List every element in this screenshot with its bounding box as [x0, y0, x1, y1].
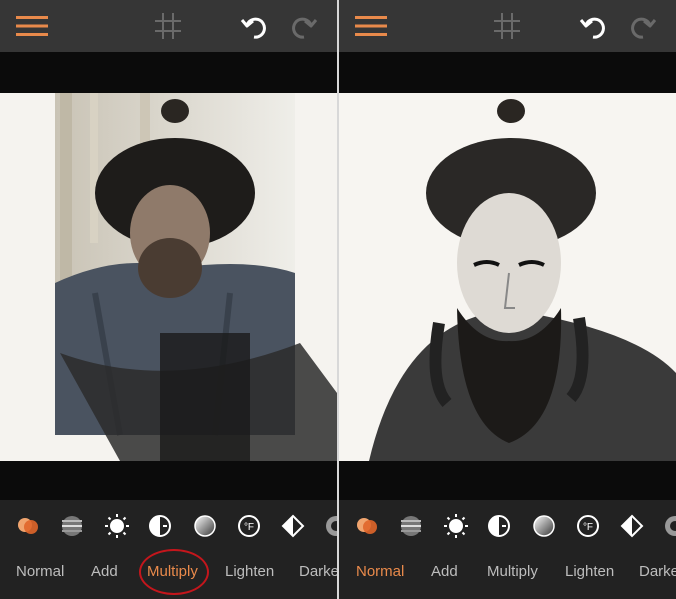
comparison-screenshot: °F Normal Add Multiply Lighten Darke °F … [0, 0, 676, 599]
overlap-circles-button[interactable] [14, 512, 42, 540]
sun-button[interactable] [103, 512, 131, 540]
blend-icon-row: °F [339, 512, 676, 542]
svg-text:°F: °F [583, 522, 593, 533]
grid-toggle-button[interactable] [150, 8, 186, 44]
grid-icon [155, 13, 181, 39]
ring-icon [665, 516, 676, 536]
left-editor-panel: °F Normal Add Multiply Lighten Darke [0, 0, 337, 599]
diamond-split-icon [620, 514, 644, 538]
overlap-circles-icon [18, 518, 38, 534]
redo-icon [292, 17, 318, 39]
mode-lighten[interactable]: Lighten [225, 563, 274, 580]
temperature-f-icon: °F [238, 515, 260, 537]
ring-icon [326, 516, 337, 536]
top-toolbar [339, 0, 676, 52]
blended-photo [0, 93, 337, 461]
overlap-circles-icon [357, 518, 377, 534]
editing-stage [0, 52, 337, 500]
sun-icon [444, 514, 468, 538]
mode-normal[interactable]: Normal [16, 563, 64, 580]
photo-canvas[interactable] [0, 93, 337, 461]
blend-icon-row: °F [0, 512, 337, 542]
right-editor-panel: °F Normal Add Multiply Lighten Darke [339, 0, 676, 599]
undo-button[interactable] [236, 8, 272, 44]
menu-icon [355, 16, 387, 36]
menu-icon [16, 16, 48, 36]
mode-add[interactable]: Add [91, 563, 118, 580]
half-circle-plus-button[interactable] [146, 512, 174, 540]
striped-sphere-button[interactable] [397, 512, 425, 540]
diamond-split-icon [281, 514, 305, 538]
half-circle-plus-icon [488, 515, 510, 537]
mode-darken[interactable]: Darke [299, 563, 337, 580]
blend-mode-labels: Normal Add Multiply Lighten Darke [339, 563, 676, 587]
gradient-circle-icon [194, 515, 216, 537]
blend-toolbar: °F Normal Add Multiply Lighten Darke [339, 500, 676, 599]
mode-lighten[interactable]: Lighten [565, 563, 614, 580]
menu-button[interactable] [14, 8, 50, 44]
redo-button[interactable] [625, 8, 661, 44]
half-circle-plus-icon [149, 515, 171, 537]
redo-button[interactable] [286, 8, 322, 44]
temperature-f-button[interactable]: °F [574, 512, 602, 540]
half-circle-plus-button[interactable] [485, 512, 513, 540]
mode-normal[interactable]: Normal [356, 563, 404, 580]
top-toolbar [0, 0, 337, 52]
redo-icon [631, 17, 657, 39]
mode-darken[interactable]: Darke [639, 563, 676, 580]
portrait-photo [339, 93, 676, 461]
diamond-split-button[interactable] [618, 512, 646, 540]
undo-button[interactable] [575, 8, 611, 44]
photo-canvas[interactable] [339, 93, 676, 461]
diamond-split-button[interactable] [279, 512, 307, 540]
mode-add[interactable]: Add [431, 563, 458, 580]
undo-icon [240, 17, 266, 39]
sun-icon [105, 514, 129, 538]
striped-sphere-icon [62, 516, 82, 536]
menu-button[interactable] [353, 8, 389, 44]
gradient-circle-button[interactable] [191, 512, 219, 540]
grid-icon [494, 13, 520, 39]
striped-sphere-button[interactable] [58, 512, 86, 540]
temperature-f-icon: °F [577, 515, 599, 537]
overlap-circles-button[interactable] [353, 512, 381, 540]
highlight-ring-multiply [139, 549, 209, 595]
ring-button[interactable] [322, 512, 337, 540]
svg-text:°F: °F [244, 522, 254, 533]
mode-multiply[interactable]: Multiply [487, 563, 538, 580]
sun-button[interactable] [442, 512, 470, 540]
editing-stage [339, 52, 676, 500]
gradient-circle-icon [533, 515, 555, 537]
ring-button[interactable] [661, 512, 676, 540]
undo-icon [579, 17, 605, 39]
gradient-circle-button[interactable] [530, 512, 558, 540]
grid-toggle-button[interactable] [489, 8, 525, 44]
striped-sphere-icon [401, 516, 421, 536]
temperature-f-button[interactable]: °F [235, 512, 263, 540]
